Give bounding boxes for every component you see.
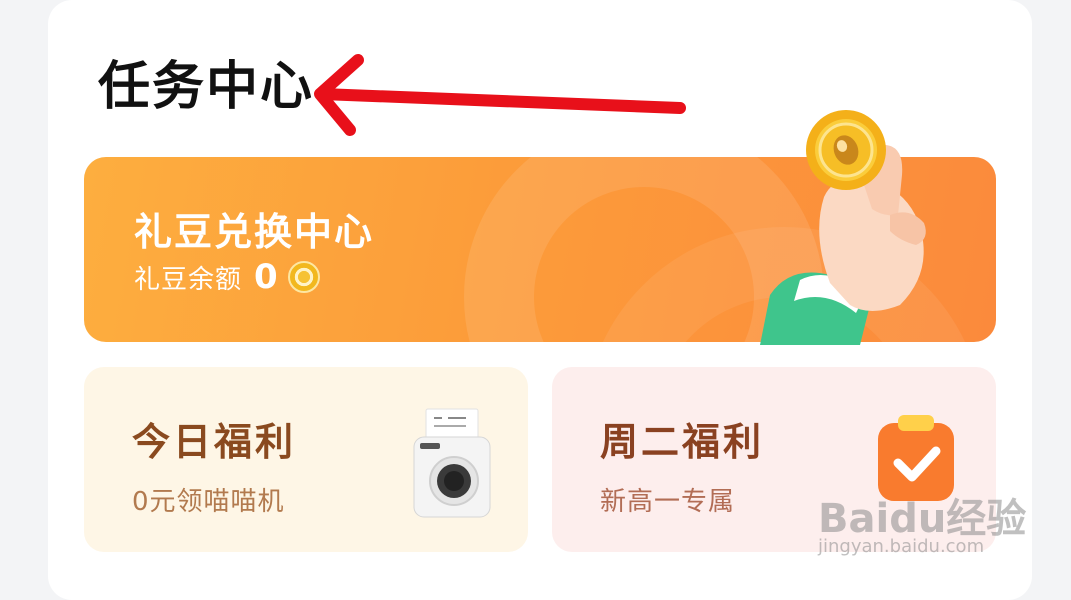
hand-holding-coin-icon [760, 110, 926, 345]
page-title: 任务中心 [98, 57, 315, 117]
annotation-arrow-icon [314, 54, 686, 136]
bean-balance-label: 礼豆余额 [134, 264, 243, 295]
bean-balance-value: 0 [254, 257, 278, 297]
today-benefit-subtitle: 0元领喵喵机 [132, 487, 285, 517]
printer-icon [413, 408, 491, 518]
tuesday-benefit-subtitle: 新高一专属 [600, 487, 736, 517]
tuesday-benefit-title: 周二福利 [600, 420, 765, 464]
bean-balance: 礼豆余额 0 [134, 257, 320, 297]
baidu-watermark: Baidu经验 jingyan.baidu.com [818, 486, 1026, 557]
today-benefit-title: 今日福利 [132, 420, 297, 464]
watermark-url: jingyan.baidu.com [818, 536, 985, 557]
exchange-center-title: 礼豆兑换中心 [134, 210, 375, 254]
bean-coin-icon [287, 261, 320, 293]
today-benefit-card[interactable]: 今日福利 0元领喵喵机 [84, 367, 528, 552]
